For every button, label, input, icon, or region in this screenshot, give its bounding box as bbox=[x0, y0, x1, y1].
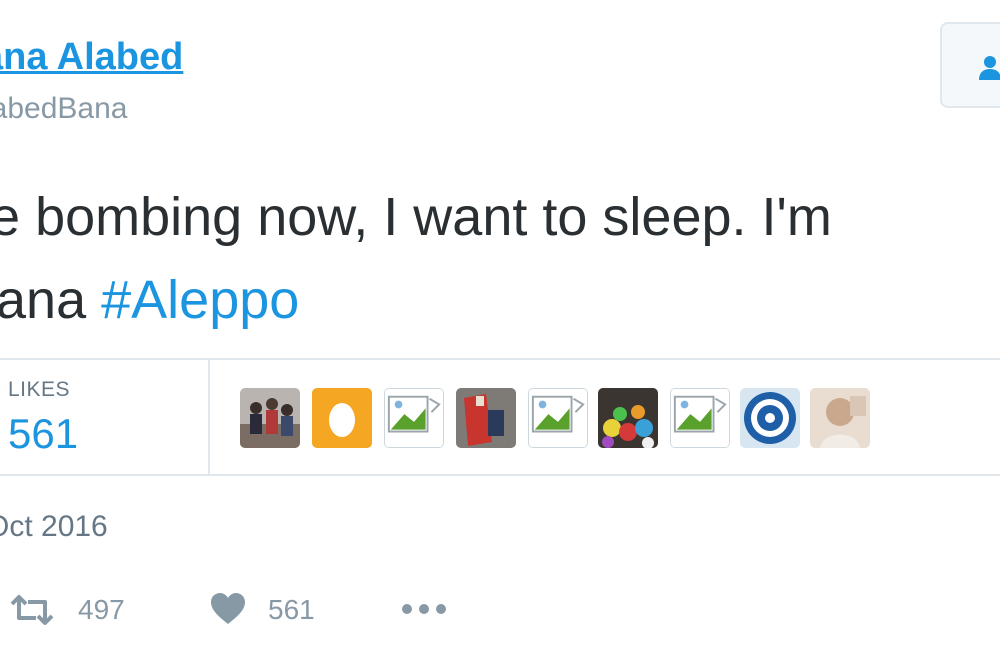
portrait-photo-avatar-icon bbox=[810, 388, 870, 448]
divider bbox=[208, 360, 210, 474]
group-photo-avatar-icon bbox=[240, 388, 300, 448]
user-handle[interactable]: AlabedBana bbox=[0, 92, 127, 126]
liker-avatar-2[interactable] bbox=[312, 388, 372, 448]
tweet-timestamp[interactable]: Oct 2016 bbox=[0, 510, 108, 544]
tweet-text-body: Bana bbox=[0, 270, 87, 330]
likes-label: LIKES bbox=[8, 378, 71, 401]
egg-avatar-icon bbox=[312, 388, 372, 448]
broken-image-avatar-icon bbox=[671, 389, 729, 447]
follow-button[interactable] bbox=[940, 22, 1000, 108]
liker-avatar-8[interactable] bbox=[740, 388, 800, 448]
divider bbox=[0, 474, 1000, 476]
retweet-count: 497 bbox=[78, 594, 125, 625]
liker-avatar-3[interactable] bbox=[384, 388, 444, 448]
liker-avatar-7[interactable] bbox=[670, 388, 730, 448]
liker-avatar-1[interactable] bbox=[240, 388, 300, 448]
colorful-balls-avatar-icon bbox=[598, 388, 658, 448]
like-heart-icon[interactable] bbox=[210, 592, 246, 626]
user-display-name[interactable]: ana Alabed bbox=[0, 36, 183, 79]
red-flag-photo-avatar-icon bbox=[456, 388, 516, 448]
liker-avatar-5[interactable] bbox=[528, 388, 588, 448]
follow-user-icon bbox=[979, 56, 1000, 80]
tweet-detail: ana Alabed AlabedBana he bombing now, I … bbox=[0, 0, 1000, 666]
liker-avatar-4[interactable] bbox=[456, 388, 516, 448]
broken-image-avatar-icon bbox=[385, 389, 443, 447]
tweet-text-line-2: Bana #Aleppo bbox=[0, 259, 1000, 342]
tweet-text-line-1: he bombing now, I want to sleep. I'm bbox=[0, 187, 832, 247]
broken-image-avatar-icon bbox=[529, 389, 587, 447]
blue-emblem-avatar-icon bbox=[740, 388, 800, 448]
liker-avatar-6[interactable] bbox=[598, 388, 658, 448]
liker-avatar-9[interactable] bbox=[810, 388, 870, 448]
hashtag-link[interactable]: #Aleppo bbox=[101, 270, 299, 330]
divider bbox=[0, 358, 1000, 360]
likes-count-link[interactable]: 561 bbox=[8, 410, 78, 458]
more-options-icon[interactable] bbox=[400, 602, 448, 616]
retweet-icon[interactable] bbox=[8, 594, 56, 626]
tweet-text: he bombing now, I want to sleep. I'm Ban… bbox=[0, 176, 1000, 342]
like-count: 561 bbox=[268, 594, 315, 625]
tweet-actions: 497 561 bbox=[0, 580, 1000, 640]
